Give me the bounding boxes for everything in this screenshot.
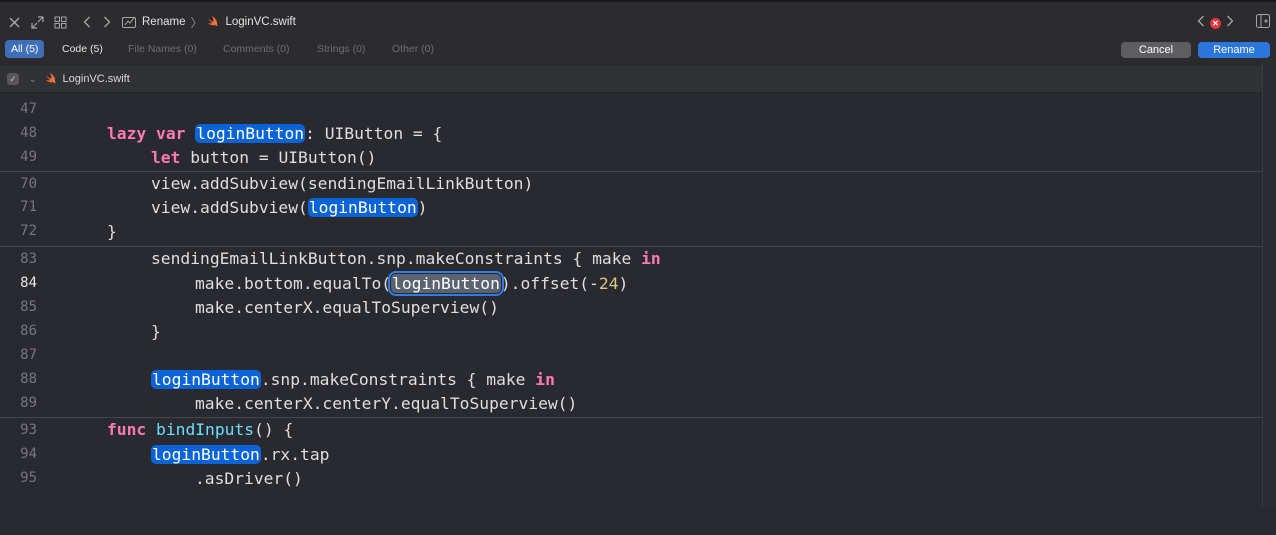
line-number: 88: [20, 371, 37, 387]
code-line: 48 lazy var loginButton: UIButton = {: [0, 121, 1262, 145]
filter-all[interactable]: All (5): [5, 40, 45, 58]
code-text: sendingEmailLinkButton.snp.makeConstrain…: [151, 249, 661, 268]
code-line: 94 loginButton.rx.tap: [0, 442, 1262, 466]
rename-button[interactable]: Rename: [1198, 42, 1270, 58]
previous-issue-icon[interactable]: [1197, 14, 1205, 32]
rename-match[interactable]: loginButton: [151, 444, 261, 464]
issue-navigator: ✕: [1197, 14, 1234, 32]
cancel-button[interactable]: Cancel: [1121, 42, 1191, 58]
line-number: 47: [20, 101, 37, 117]
filter-comments[interactable]: Comments (0): [217, 40, 296, 58]
code-line: 83 sendingEmailLinkButton.snp.makeConstr…: [0, 246, 1262, 270]
rename-match[interactable]: loginButton: [151, 369, 261, 389]
editor-toolbar: Rename 〉 LoginVC.swift ✕: [0, 0, 1276, 38]
code-line: 86 }: [0, 319, 1262, 343]
code-text: make.centerX.centerY.equalToSuperview(): [195, 393, 578, 413]
line-number: 86: [20, 323, 37, 339]
code-line: 93 func bindInputs() {: [0, 417, 1262, 441]
line-number: 93: [20, 421, 37, 438]
line-number: 95: [20, 470, 37, 486]
code-text: .asDriver(): [195, 468, 303, 488]
code-editor[interactable]: 47 48 lazy var loginButton: UIButton = {…: [0, 97, 1262, 507]
file-header: ✓ ⌄ LoginVC.swift: [0, 66, 1262, 93]
code-line: 87: [0, 343, 1262, 367]
line-number: 85: [20, 299, 37, 315]
code-line: 89 make.centerX.centerY.equalToSuperview…: [0, 391, 1262, 415]
swift-icon: [207, 16, 219, 28]
code-text: view.addSubview(loginButton): [151, 197, 428, 217]
code-text: func bindInputs() {: [107, 420, 294, 439]
chevron-down-icon[interactable]: ⌄: [29, 74, 37, 85]
line-number: 89: [20, 395, 37, 411]
scrollbar[interactable]: [1262, 62, 1276, 520]
breadcrumb-file[interactable]: LoginVC.swift: [225, 16, 295, 28]
filter-other[interactable]: Other (0): [386, 40, 440, 58]
code-line: 70 view.addSubview(sendingEmailLinkButto…: [0, 171, 1262, 195]
code-line: 71 view.addSubview(loginButton): [0, 195, 1262, 219]
code-line: 88 loginButton.snp.makeConstraints { mak…: [0, 367, 1262, 391]
expand-icon[interactable]: [29, 14, 45, 30]
code-text: make.bottom.equalTo(loginButton).offset(…: [195, 270, 629, 296]
code-text: lazy var loginButton: UIButton = {: [107, 123, 443, 143]
forward-icon[interactable]: [100, 14, 114, 30]
code-line: 47: [0, 97, 1262, 121]
code-line: 84 make.bottom.equalTo(loginButton).offs…: [0, 270, 1262, 296]
code-text: loginButton.snp.makeConstraints { make i…: [151, 369, 555, 389]
code-text: view.addSubview(sendingEmailLinkButton): [151, 174, 534, 193]
filter-code[interactable]: Code (5): [56, 40, 109, 58]
refactor-icon: [122, 16, 137, 28]
file-name: LoginVC.swift: [62, 73, 130, 85]
code-line: 49 let button = UIButton(): [0, 145, 1262, 169]
code-text: }: [151, 321, 161, 341]
line-number: 87: [20, 347, 37, 363]
line-number: 94: [20, 446, 37, 462]
rename-match[interactable]: loginButton: [307, 197, 418, 217]
code-text: loginButton.rx.tap: [151, 444, 330, 464]
line-number: 71: [20, 199, 37, 215]
line-number: 84: [20, 275, 37, 291]
rename-match-selected[interactable]: loginButton: [388, 270, 504, 296]
line-number: 70: [20, 175, 37, 192]
filter-strings[interactable]: Strings (0): [311, 40, 371, 58]
line-number: 49: [20, 149, 37, 165]
code-line: 85 make.centerX.equalToSuperview(): [0, 295, 1262, 319]
chevron-right-icon: 〉: [190, 15, 203, 30]
code-line: 72 }: [0, 219, 1262, 243]
file-checkbox[interactable]: ✓: [7, 73, 19, 85]
code-line: 95 .asDriver(): [0, 466, 1262, 490]
rename-match[interactable]: loginButton: [195, 123, 306, 143]
swift-icon: [45, 73, 57, 85]
line-number: 48: [20, 125, 37, 141]
filter-bar: All (5) Code (5) File Names (0) Comments…: [0, 38, 1276, 62]
line-number: 72: [20, 223, 37, 239]
filter-file-names[interactable]: File Names (0): [122, 40, 203, 58]
breadcrumb-rename[interactable]: Rename: [142, 16, 185, 28]
code-text: }: [107, 221, 117, 241]
next-issue-icon[interactable]: [1226, 14, 1234, 32]
split-editor-icon[interactable]: [1256, 14, 1270, 28]
back-icon[interactable]: [80, 14, 94, 30]
error-icon[interactable]: ✕: [1210, 17, 1221, 29]
breadcrumb: Rename 〉 LoginVC.swift: [122, 13, 296, 31]
code-text: let button = UIButton(): [151, 147, 377, 167]
close-icon[interactable]: [7, 14, 21, 30]
line-number: 83: [20, 250, 37, 267]
editor-footer: [0, 507, 1276, 535]
grid-icon[interactable]: [52, 14, 68, 30]
code-text: make.centerX.equalToSuperview(): [195, 297, 499, 317]
